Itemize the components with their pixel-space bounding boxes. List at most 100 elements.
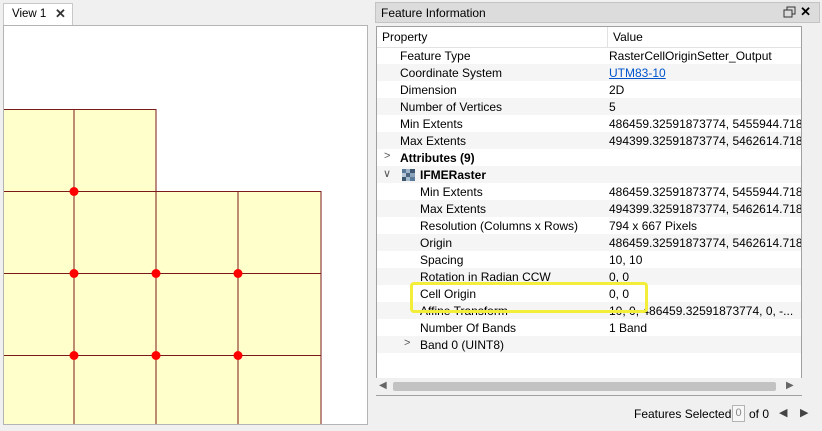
vertex-point xyxy=(151,269,161,278)
property-name: Max Extents xyxy=(400,134,467,148)
table-row-cell-origin[interactable]: Cell Origin 0, 0 xyxy=(377,285,801,302)
property-name: Affine Transform xyxy=(420,304,508,318)
property-value: 486459.32591873774, 5455944.71823365 xyxy=(609,117,802,131)
features-selected-label: Features Selected: xyxy=(634,407,735,421)
group-label: IFMERaster xyxy=(420,168,487,182)
scroll-left-icon[interactable]: ◀ xyxy=(379,380,387,391)
table-row[interactable]: Origin 486459.32591873774, 5462614.71823… xyxy=(377,234,802,251)
scroll-right-icon[interactable]: ▶ xyxy=(786,380,794,391)
table-row[interactable]: Number Of Bands 1 Band xyxy=(377,319,801,336)
panel-title: Feature Information xyxy=(381,6,486,20)
raster-cell xyxy=(237,273,322,356)
raster-cell xyxy=(73,191,157,274)
table-row[interactable]: Max Extents 494399.32591873774, 5462614.… xyxy=(377,132,802,149)
property-value: 10, 0, 486459.32591873774, 0, -... xyxy=(609,304,794,318)
table-row[interactable]: Min Extents 486459.32591873774, 5455944.… xyxy=(377,183,802,200)
chevron-right-icon[interactable]: > xyxy=(404,337,410,349)
restore-window-icon[interactable] xyxy=(783,6,796,19)
property-value: 494399.32591873774, 5462614.71823365 xyxy=(609,202,802,216)
vertex-point xyxy=(69,187,79,196)
property-value: 2D xyxy=(609,83,625,97)
raster-cell xyxy=(4,191,75,274)
group-label: Attributes (9) xyxy=(400,151,475,165)
raster-group-row[interactable]: ∨ IFMERaster xyxy=(377,166,801,183)
property-name: Spacing xyxy=(420,253,464,267)
close-icon[interactable]: ✕ xyxy=(800,4,811,20)
property-name: Coordinate System xyxy=(400,66,503,80)
property-value: 486459.32591873774, 5455944.71823365 xyxy=(609,185,802,199)
property-name: Max Extents xyxy=(420,202,487,216)
raster-cell xyxy=(4,273,75,356)
chevron-down-icon[interactable]: ∨ xyxy=(383,167,391,180)
raster-cell xyxy=(237,355,322,424)
table-row[interactable]: Coordinate System UTM83-10 xyxy=(377,64,801,81)
property-table: Property Value Feature Type RasterCellOr… xyxy=(376,26,802,396)
property-name: Number of Vertices xyxy=(400,100,503,114)
property-name: Dimension xyxy=(400,83,457,97)
total-features-label: of 0 xyxy=(749,407,770,421)
vertex-point xyxy=(233,269,243,278)
raster-cell xyxy=(73,273,157,356)
attributes-group-row[interactable]: > Attributes (9) xyxy=(377,149,801,166)
vertex-point xyxy=(69,351,79,360)
vertex-point xyxy=(151,351,161,360)
vertex-point xyxy=(69,269,79,278)
vertical-scrollbar[interactable] xyxy=(803,26,820,396)
group-label: Band 0 (UINT8) xyxy=(420,338,505,352)
raster-cell xyxy=(73,109,157,192)
property-name: Min Extents xyxy=(400,117,463,131)
raster-grid xyxy=(4,109,322,424)
raster-cell xyxy=(4,355,75,424)
next-feature-icon[interactable]: ▶ xyxy=(800,406,808,419)
property-value: 1 Band xyxy=(609,321,648,335)
coordinate-system-link[interactable]: UTM83-10 xyxy=(609,66,666,80)
table-row[interactable]: Number of Vertices 5 xyxy=(377,98,801,115)
property-value: 0, 0 xyxy=(609,270,630,284)
property-value: RasterCellOriginSetter_Output xyxy=(609,49,772,63)
table-row[interactable]: Resolution (Columns x Rows) 794 x 667 Pi… xyxy=(377,217,801,234)
view-panel: View 1 ✕ xyxy=(0,0,372,431)
band-group-row[interactable]: > Band 0 (UINT8) xyxy=(377,336,801,353)
table-row[interactable]: Dimension 2D xyxy=(377,81,801,98)
tab-label: View 1 xyxy=(12,8,47,20)
table-row[interactable]: Rotation in Radian CCW 0, 0 xyxy=(377,268,801,285)
property-value: 0, 0 xyxy=(609,287,630,301)
raster-cell xyxy=(155,273,239,356)
raster-cell xyxy=(237,191,322,274)
table-row[interactable]: Spacing 10, 10 xyxy=(377,251,801,268)
table-header: Property Value xyxy=(377,27,801,48)
table-row[interactable]: Max Extents 494399.32591873774, 5462614.… xyxy=(377,200,802,217)
close-icon[interactable]: ✕ xyxy=(55,6,66,22)
column-header-value[interactable]: Value xyxy=(613,30,643,44)
raster-cell xyxy=(73,355,157,424)
property-value: 494399.32591873774, 5462614.71823365 xyxy=(609,134,802,148)
property-name: Number Of Bands xyxy=(420,321,517,335)
previous-feature-icon[interactable]: ◀ xyxy=(779,406,787,419)
selected-feature-field[interactable]: 0 xyxy=(732,405,745,422)
feature-information-panel: Feature Information ✕ Property Value Fea… xyxy=(375,0,822,431)
chevron-right-icon[interactable]: > xyxy=(384,150,390,162)
tab-view-1[interactable]: View 1 ✕ xyxy=(3,3,73,25)
column-divider[interactable] xyxy=(607,27,608,47)
table-row[interactable]: Affine Transform 10, 0, 486459.325918737… xyxy=(377,302,801,319)
property-name: Min Extents xyxy=(420,185,483,199)
table-row[interactable]: Min Extents 486459.32591873774, 5455944.… xyxy=(377,115,802,132)
status-footer: Features Selected: 0 of 0 ◀ ▶ xyxy=(375,400,822,428)
table-row[interactable]: Feature Type RasterCellOriginSetter_Outp… xyxy=(377,47,801,64)
column-header-property[interactable]: Property xyxy=(382,30,427,44)
property-name: Origin xyxy=(420,236,453,250)
raster-icon xyxy=(402,169,415,181)
property-value: 10, 10 xyxy=(609,253,643,267)
property-value: 5 xyxy=(609,100,616,114)
raster-cell xyxy=(155,191,239,274)
panel-header: Feature Information ✕ xyxy=(375,2,820,23)
property-name: Cell Origin xyxy=(420,287,477,301)
horizontal-scrollbar[interactable]: ◀ ▶ xyxy=(376,378,802,395)
raster-cell xyxy=(155,355,239,424)
property-name: Feature Type xyxy=(400,49,471,63)
scrollbar-thumb[interactable] xyxy=(393,382,776,391)
map-canvas[interactable] xyxy=(3,25,368,425)
property-value: 486459.32591873774, 5462614.71823365 xyxy=(609,236,802,250)
property-name: Resolution (Columns x Rows) xyxy=(420,219,579,233)
vertex-point xyxy=(233,351,243,360)
